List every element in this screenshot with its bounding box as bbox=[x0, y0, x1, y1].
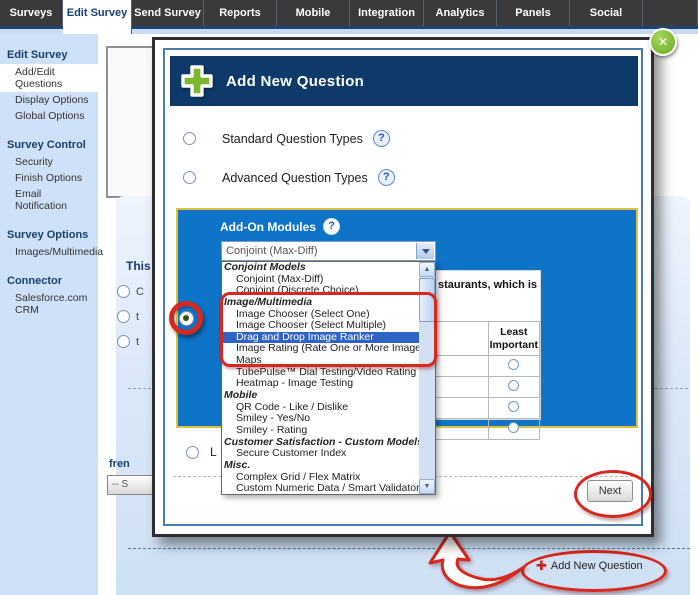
sidebar-item-salesforce-com-crm[interactable]: Salesforce.com CRM bbox=[0, 290, 98, 318]
preview-cell-radio bbox=[488, 419, 539, 440]
radio-standard[interactable] bbox=[183, 132, 196, 145]
sidebar-title-survey-options: Survey Options bbox=[0, 227, 98, 244]
preview-cell-radio bbox=[488, 398, 539, 419]
dropdown-option-secure-customer-index[interactable]: Secure Customer Index bbox=[222, 448, 419, 460]
add-plus-icon: ✚ bbox=[536, 558, 547, 574]
background-option-row: t bbox=[117, 310, 139, 323]
library-label-fragment: L bbox=[210, 445, 217, 459]
dropdown-option-smiley-rating[interactable]: Smiley - Rating bbox=[222, 425, 419, 437]
radio-library[interactable] bbox=[186, 446, 199, 459]
sidebar-title-survey-control: Survey Control bbox=[0, 137, 98, 154]
option-standard-question-types[interactable]: Standard Question Types ? bbox=[183, 130, 390, 147]
sidebar-section-connector: ConnectorSalesforce.com CRM bbox=[0, 273, 98, 318]
scroll-down-icon[interactable]: ▼ bbox=[419, 479, 435, 494]
nav-filler bbox=[643, 0, 698, 26]
preview-column-header: LeastImportant bbox=[488, 322, 539, 356]
preview-radio[interactable] bbox=[508, 380, 519, 391]
dropdown-option-misc[interactable]: Misc. bbox=[222, 460, 419, 472]
dropdown-scrollbar[interactable]: ▲ ▼ bbox=[419, 262, 435, 494]
tab-send-survey[interactable]: Send Survey bbox=[132, 0, 204, 26]
tab-social[interactable]: Social bbox=[570, 0, 643, 26]
tab-analytics[interactable]: Analytics bbox=[424, 0, 497, 26]
sidebar-item-images-multimedia[interactable]: Images/Multimedia bbox=[0, 244, 98, 260]
sidebar-section-survey-options: Survey OptionsImages/Multimedia bbox=[0, 227, 98, 260]
tab-edit-survey[interactable]: Edit Survey bbox=[63, 0, 132, 34]
dropdown-option-custom-numeric-data-smart-validator[interactable]: Custom Numeric Data / Smart Validator bbox=[222, 483, 419, 494]
background-radio[interactable] bbox=[117, 310, 130, 323]
modal-title: Add New Question bbox=[226, 73, 364, 90]
sidebar-item-add-edit-questions[interactable]: Add/Edit Questions bbox=[0, 64, 98, 92]
question-text-fragment: This bbox=[126, 259, 151, 273]
close-icon[interactable]: ✕ bbox=[649, 28, 677, 56]
preview-cell-radio bbox=[488, 377, 539, 398]
scroll-up-icon[interactable]: ▲ bbox=[419, 262, 435, 277]
preview-radio[interactable] bbox=[508, 359, 519, 370]
sidebar-title-connector: Connector bbox=[0, 273, 98, 290]
background-option-row: t bbox=[117, 335, 139, 348]
sidebar-section-edit-survey: Edit SurveyAdd/Edit QuestionsDisplay Opt… bbox=[0, 47, 98, 124]
tab-mobile[interactable]: Mobile bbox=[277, 0, 350, 26]
add-new-question-label: Add New Question bbox=[551, 560, 643, 572]
dropdown-option-image-multimedia[interactable]: Image/Multimedia bbox=[222, 297, 419, 309]
dropdown-option-conjoint-models[interactable]: Conjoint Models bbox=[222, 262, 419, 274]
sidebar-item-security[interactable]: Security bbox=[0, 154, 98, 170]
addon-select[interactable]: Conjoint (Max-Diff) bbox=[221, 241, 436, 261]
sidebar-item-display-options[interactable]: Display Options bbox=[0, 92, 98, 108]
advanced-label: Advanced Question Types bbox=[222, 171, 368, 185]
tab-reports[interactable]: Reports bbox=[204, 0, 277, 26]
background-option-fragment: t bbox=[136, 311, 139, 323]
addon-modules-label: Add-On Modules bbox=[220, 220, 316, 234]
addon-dropdown-list: Conjoint ModelsConjoint (Max-Diff)Conjoi… bbox=[221, 261, 436, 495]
modal-header: Add New Question bbox=[170, 56, 638, 106]
background-radio[interactable] bbox=[117, 335, 130, 348]
next-button[interactable]: Next bbox=[587, 480, 633, 502]
preview-text-fragment: staurants, which is bbox=[438, 279, 537, 291]
preview-radio[interactable] bbox=[508, 422, 519, 433]
plus-icon bbox=[178, 62, 216, 100]
sidebar-item-finish-options[interactable]: Finish Options bbox=[0, 170, 98, 186]
scrollbar-thumb[interactable] bbox=[419, 278, 435, 322]
sidebar: Edit SurveyAdd/Edit QuestionsDisplay Opt… bbox=[0, 34, 98, 595]
survey-builder-page: SurveysEdit SurveySend SurveyReportsMobi… bbox=[0, 0, 698, 595]
sidebar-item-email-notification[interactable]: Email Notification bbox=[0, 186, 98, 214]
chevron-down-icon[interactable] bbox=[416, 243, 434, 259]
addon-select-value: Conjoint (Max-Diff) bbox=[222, 242, 435, 257]
bottom-divider bbox=[128, 548, 690, 549]
radio-advanced[interactable] bbox=[183, 171, 196, 184]
standard-label: Standard Question Types bbox=[222, 132, 363, 146]
radio-addon-selected[interactable] bbox=[179, 311, 194, 326]
background-option-fragment: t bbox=[136, 336, 139, 348]
tab-integration[interactable]: Integration bbox=[350, 0, 424, 26]
add-question-modal: Add New Question ✕ Standard Question Typ… bbox=[152, 37, 654, 537]
question-footer-fragment: fren bbox=[109, 458, 130, 470]
dropdown-option-mobile[interactable]: Mobile bbox=[222, 390, 419, 402]
background-radio[interactable] bbox=[117, 285, 130, 298]
help-icon-standard[interactable]: ? bbox=[373, 130, 390, 147]
background-option-row: C bbox=[117, 285, 144, 298]
top-nav: SurveysEdit SurveySend SurveyReportsMobi… bbox=[0, 0, 698, 29]
tab-surveys[interactable]: Surveys bbox=[0, 0, 63, 26]
help-icon-addon[interactable]: ? bbox=[323, 218, 340, 235]
sidebar-item-global-options[interactable]: Global Options bbox=[0, 108, 98, 124]
option-advanced-question-types[interactable]: Advanced Question Types ? bbox=[183, 169, 395, 186]
option-library[interactable]: L bbox=[186, 445, 217, 459]
preview-radio[interactable] bbox=[508, 401, 519, 412]
sidebar-title-edit-survey: Edit Survey bbox=[0, 47, 98, 64]
tab-panels[interactable]: Panels bbox=[497, 0, 570, 26]
help-icon-advanced[interactable]: ? bbox=[378, 169, 395, 186]
add-new-question-link[interactable]: ✚ Add New Question bbox=[536, 558, 643, 574]
preview-cell-radio bbox=[488, 356, 539, 377]
annotation-ring-addon-radio bbox=[169, 301, 203, 335]
sidebar-section-survey-control: Survey ControlSecurityFinish OptionsEmai… bbox=[0, 137, 98, 214]
background-option-fragment: C bbox=[136, 286, 144, 298]
